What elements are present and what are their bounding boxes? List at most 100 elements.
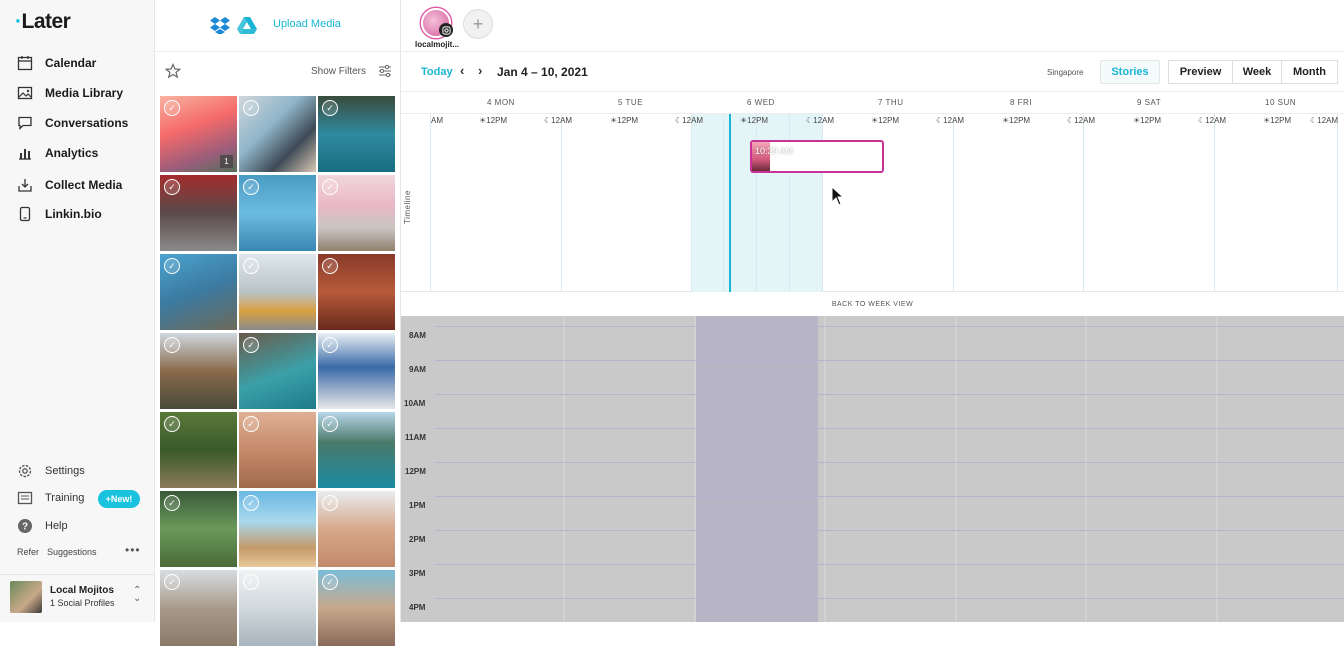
hour-line [435,394,1344,395]
upload-media-button[interactable]: Upload Media [273,18,341,30]
grid-line [1337,114,1338,292]
day-header: 5 TUE [618,98,644,107]
media-thumbnail[interactable]: ✓ [318,570,395,646]
account-switcher[interactable]: Local Mojitos 1 Social Profiles ⌃ ⌄ [0,574,155,622]
show-filters-button[interactable]: Show Filters [311,66,366,77]
media-thumbnail[interactable]: ✓ [160,570,237,646]
time-tick: ☾12AM [1310,116,1339,125]
calendar-toolbar: Today ‹ › Jan 4 – 10, 2021 Singapore Sto… [401,52,1344,92]
nav-label: Linkin.bio [45,207,102,221]
select-check-icon[interactable]: ✓ [322,416,338,432]
week-view-button[interactable]: Week [1232,60,1282,84]
time-tick: ☾12AM [1198,116,1227,125]
media-thumbnail[interactable]: ✓ [239,570,316,646]
media-thumbnail[interactable]: ✓ [160,491,237,567]
add-profile-button[interactable]: + [463,9,493,39]
back-to-week-view-button[interactable]: BACK TO WEEK VIEW [401,292,1344,316]
timeline-label: Timeline [403,190,412,224]
media-thumbnail[interactable]: ✓ [318,254,395,330]
filter-bar: Show Filters [155,52,401,92]
mouse-cursor-icon [831,186,845,206]
time-tick: ☀12PM [740,116,769,125]
nav-label: Collect Media [45,178,123,192]
media-thumbnail[interactable]: ✓ [160,175,237,251]
select-check-icon[interactable]: ✓ [243,258,259,274]
nav-item-media-library[interactable]: Media Library [17,82,123,104]
media-thumbnail[interactable]: ✓ [318,412,395,488]
select-check-icon[interactable]: ✓ [322,337,338,353]
later-logo[interactable]: ·Later [15,10,71,34]
media-thumbnail[interactable]: ✓ [318,96,395,172]
media-thumbnail[interactable]: ✓ [239,491,316,567]
select-check-icon[interactable]: ✓ [322,574,338,590]
media-thumbnail[interactable]: ✓ [239,175,316,251]
profile-bar: localmojit... + [401,0,1344,52]
google-drive-icon[interactable] [237,16,257,34]
suggestions-link[interactable]: Suggestions [47,547,97,557]
media-thumbnail[interactable]: ✓ [239,96,316,172]
select-check-icon[interactable]: ✓ [164,100,180,116]
new-badge[interactable]: +New! [98,490,140,508]
select-check-icon[interactable]: ✓ [243,100,259,116]
column-divider [1216,316,1218,622]
chevron-right-icon[interactable]: › [478,63,482,78]
stories-toggle[interactable]: Stories [1100,60,1160,84]
day-header: 9 SAT [1137,98,1162,107]
scheduled-story-card[interactable]: 10:39 AM [750,140,884,173]
select-check-icon[interactable]: ✓ [164,416,180,432]
chevron-left-icon[interactable]: ‹ [460,63,464,78]
media-thumbnail[interactable]: ✓ [239,254,316,330]
month-view-button[interactable]: Month [1281,60,1338,84]
hour-label: 1PM [409,501,426,510]
media-thumbnail[interactable]: ✓ [318,333,395,409]
conversations-icon [17,115,33,131]
current-time-indicator [729,114,731,292]
time-tick: ☾12AM [544,116,573,125]
media-thumbnail[interactable]: ✓ [318,175,395,251]
filter-sliders-icon[interactable] [378,64,392,78]
select-check-icon[interactable]: ✓ [243,574,259,590]
select-check-icon[interactable]: ✓ [322,495,338,511]
select-check-icon[interactable]: ✓ [164,337,180,353]
media-thumbnail[interactable]: ✓ [318,491,395,567]
nav-item-linkinbio[interactable]: Linkin.bio [17,203,102,225]
hour-label: 9AM [409,365,426,374]
media-thumbnail[interactable]: ✓ 1 [160,96,237,172]
select-check-icon[interactable]: ✓ [322,258,338,274]
select-check-icon[interactable]: ✓ [322,100,338,116]
nav-item-collect-media[interactable]: Collect Media [17,174,122,196]
media-thumbnail[interactable]: ✓ [239,333,316,409]
star-icon[interactable] [165,63,181,79]
hour-line [435,462,1344,463]
select-check-icon[interactable]: ✓ [164,495,180,511]
select-check-icon[interactable]: ✓ [164,574,180,590]
media-thumbnail[interactable]: ✓ [160,412,237,488]
preview-button[interactable]: Preview [1168,60,1233,84]
select-check-icon[interactable]: ✓ [243,416,259,432]
timezone-label[interactable]: Singapore [1047,68,1083,77]
profile-count: 1 Social Profiles [50,598,115,608]
media-thumbnail[interactable]: ✓ [239,412,316,488]
select-check-icon[interactable]: ✓ [243,179,259,195]
select-check-icon[interactable]: ✓ [322,179,338,195]
column-divider [1085,316,1087,622]
media-thumbnail[interactable]: ✓ [160,254,237,330]
nav-item-conversations[interactable]: Conversations [17,112,128,134]
media-thumbnail[interactable]: ✓ [160,333,237,409]
nav-item-calendar[interactable]: Calendar [17,52,96,74]
nav-item-settings[interactable]: Settings [17,461,85,481]
column-divider [955,316,957,622]
more-options-icon[interactable]: ••• [125,543,141,557]
nav-item-help[interactable]: ? Help [17,516,68,536]
select-check-icon[interactable]: ✓ [243,495,259,511]
nav-item-analytics[interactable]: Analytics [17,142,98,164]
select-check-icon[interactable]: ✓ [243,337,259,353]
select-check-icon[interactable]: ✓ [164,258,180,274]
select-check-icon[interactable]: ✓ [164,179,180,195]
today-button[interactable]: Today [421,66,453,78]
dropbox-icon[interactable] [210,16,230,34]
refer-link[interactable]: Refer [17,547,39,557]
nav-item-training[interactable]: Training [17,488,84,508]
nav-label: Help [45,520,68,532]
stories-timeline[interactable]: Timeline AM ☀12PM ☾12AM ☀12PM ☾12AM ☀12P… [401,114,1344,292]
